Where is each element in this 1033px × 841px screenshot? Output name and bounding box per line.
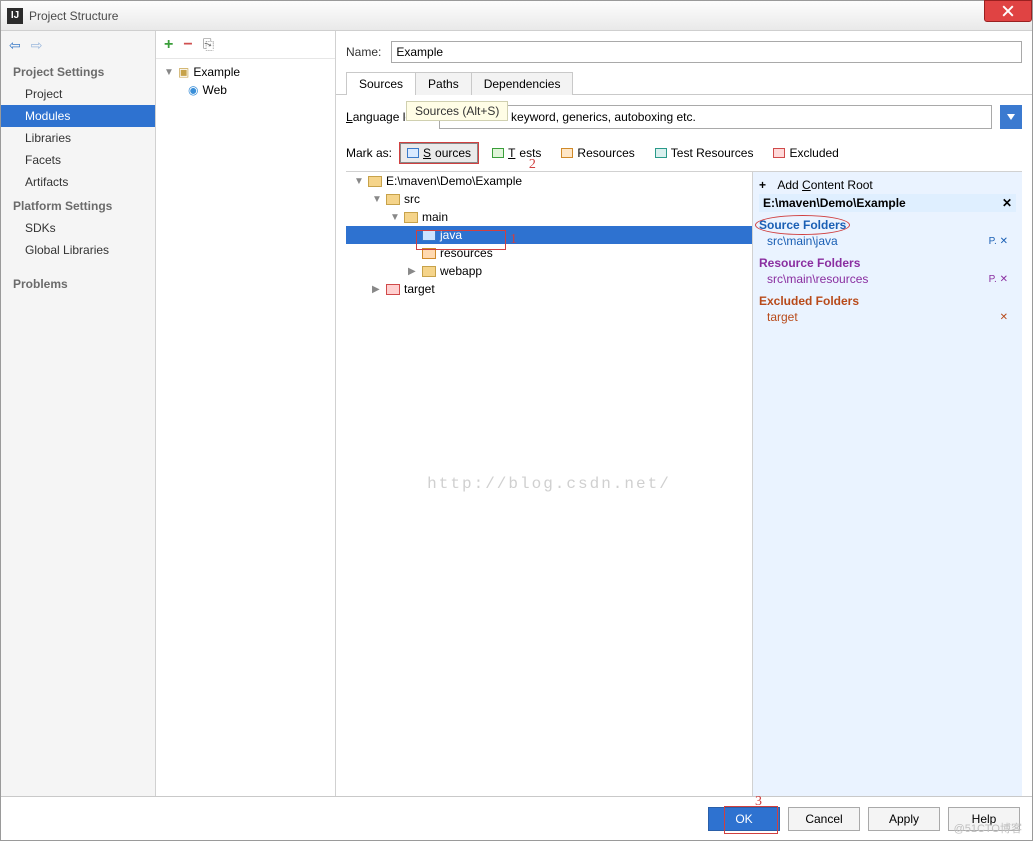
language-level-select[interactable]: 5.0 - 'enum' keyword, generics, autoboxi… (439, 105, 992, 129)
window-title: Project Structure (29, 9, 118, 23)
annotation-2: 2 (529, 157, 536, 173)
mark-as-label: Mark as: (346, 146, 392, 160)
module-label: Example (193, 65, 240, 79)
resource-folder-item[interactable]: src\main\resourcesP. ✕ (759, 270, 1016, 288)
dropdown-icon[interactable] (1000, 105, 1022, 129)
mark-as-row: Mark as: Sources Tests Resources Test Re… (346, 139, 1032, 171)
facet-label: Web (202, 83, 226, 97)
add-icon[interactable]: + (164, 36, 173, 54)
titlebar: IJ Project Structure (1, 1, 1032, 31)
web-icon: ◉ (188, 83, 198, 97)
annotation-box-3 (724, 806, 778, 834)
excluded-folders-header: Excluded Folders (759, 288, 1016, 308)
sidebar-item-artifacts[interactable]: Artifacts (1, 171, 155, 193)
tree-root[interactable]: ▼E:\maven\Demo\Example (346, 172, 752, 190)
module-list-pane: + − ⎘ ▼ ▣ Example ◉ Web (156, 31, 336, 796)
sidebar-item-global-libraries[interactable]: Global Libraries (1, 239, 155, 261)
tree-main[interactable]: ▼main (346, 208, 752, 226)
cancel-button[interactable]: Cancel (788, 807, 860, 831)
tree-src[interactable]: ▼src (346, 190, 752, 208)
expand-icon[interactable]: ▼ (164, 67, 174, 78)
sources-tooltip: Sources (Alt+S) (406, 101, 508, 121)
watermark: http://blog.csdn.net/ (427, 475, 671, 493)
project-settings-header: Project Settings (1, 59, 155, 83)
resource-folders-header: Resource Folders (759, 250, 1016, 270)
tab-dependencies[interactable]: Dependencies (471, 72, 574, 95)
tree-target[interactable]: ▶target (346, 280, 752, 298)
tab-sources[interactable]: Sources (346, 72, 416, 95)
app-icon: IJ (7, 8, 23, 24)
name-label: Name: (346, 45, 381, 59)
content-root-panel: + Add Content Root E:\maven\Demo\Example… (752, 172, 1022, 796)
add-content-root[interactable]: + Add Content Root (759, 176, 1016, 194)
close-button[interactable] (984, 0, 1032, 22)
platform-settings-header: Platform Settings (1, 193, 155, 217)
tree-java[interactable]: ▶java (346, 226, 752, 244)
dialog-footer: 3 OK Cancel Apply Help @51CTO博客 (1, 796, 1032, 840)
problems-header[interactable]: Problems (1, 271, 155, 295)
tree-resources[interactable]: ▶resources (346, 244, 752, 262)
back-icon[interactable]: ⇦ (9, 37, 21, 54)
sidebar-item-libraries[interactable]: Libraries (1, 127, 155, 149)
name-input[interactable] (391, 41, 1022, 63)
excluded-folder-item[interactable]: target✕ (759, 308, 1016, 326)
apply-button[interactable]: Apply (868, 807, 940, 831)
mark-sources-button[interactable]: Sources (400, 143, 478, 163)
sidebar-item-facets[interactable]: Facets (1, 149, 155, 171)
module-detail-pane: Name: Sources Paths Dependencies Languag… (336, 31, 1032, 796)
folder-tree: ▼E:\maven\Demo\Example ▼src ▼main ▶java … (346, 172, 752, 796)
annotation-box-1 (416, 230, 506, 250)
mark-test-resources-button[interactable]: Test Resources (649, 144, 760, 162)
tree-webapp[interactable]: ▶webapp (346, 262, 752, 280)
module-tabs: Sources Paths Dependencies (336, 71, 1032, 95)
content-root-path[interactable]: E:\maven\Demo\Example✕ (759, 194, 1016, 212)
forward-icon[interactable]: ⇨ (31, 37, 43, 54)
source-folders-header: Source Folders (759, 212, 1016, 232)
sidebar-item-sdks[interactable]: SDKs (1, 217, 155, 239)
remove-icon[interactable]: − (183, 36, 192, 54)
corner-watermark: @51CTO博客 (954, 820, 1022, 836)
annotation-1: 1 (510, 232, 517, 248)
category-sidebar: ⇦ ⇨ Project Settings Project Modules Lib… (1, 31, 156, 796)
mark-tests-button[interactable]: Tests (486, 144, 547, 162)
sidebar-item-modules[interactable]: Modules (1, 105, 155, 127)
module-example[interactable]: ▼ ▣ Example (160, 63, 331, 81)
sidebar-item-project[interactable]: Project (1, 83, 155, 105)
tab-paths[interactable]: Paths (415, 72, 472, 95)
module-icon: ▣ (178, 65, 189, 79)
mark-resources-button[interactable]: Resources (555, 144, 640, 162)
copy-icon[interactable]: ⎘ (203, 36, 214, 53)
mark-excluded-button[interactable]: Excluded (767, 144, 844, 162)
facet-web[interactable]: ◉ Web (160, 81, 331, 99)
